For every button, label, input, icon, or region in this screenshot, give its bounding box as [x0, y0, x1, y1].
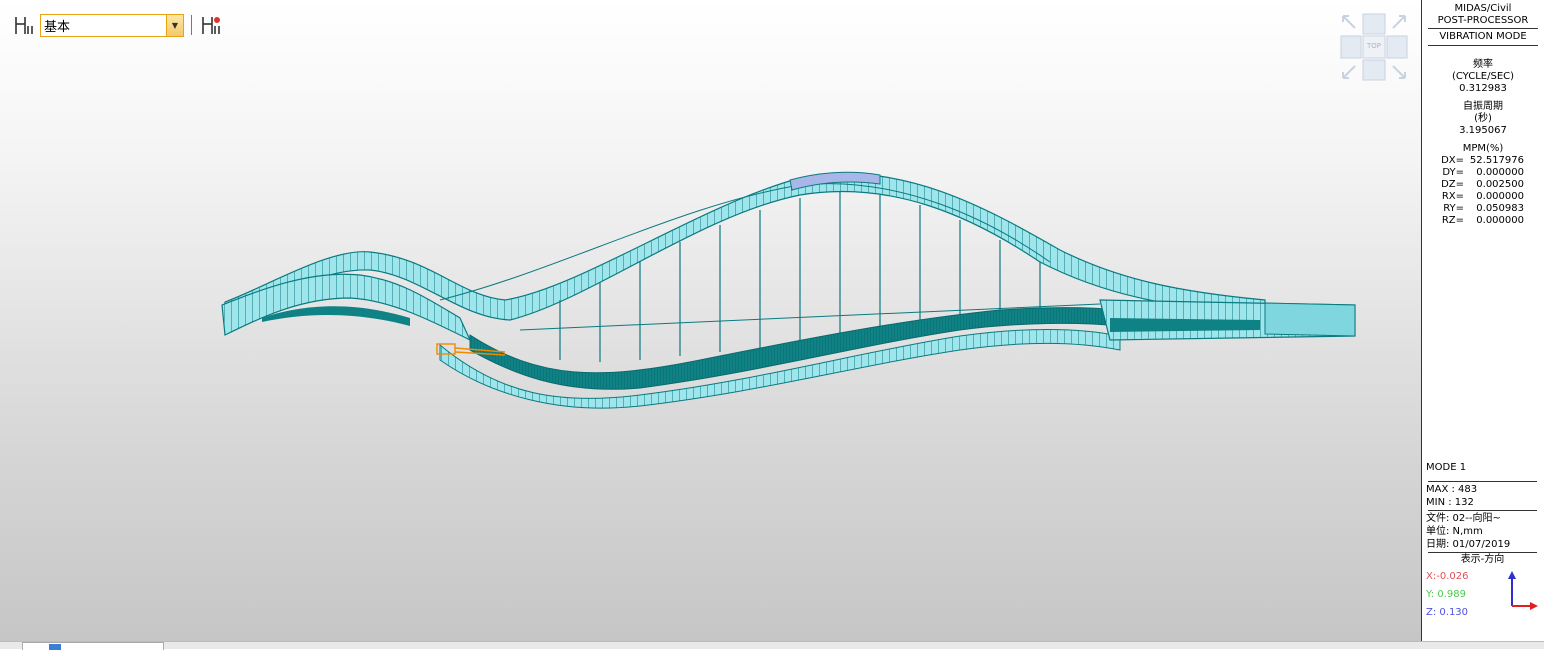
period-label: 自振周期 [1463, 101, 1503, 112]
mode-type-label: VIBRATION MODE [1439, 31, 1527, 42]
mpm-row-rx: RX= 0.000000 [1441, 191, 1524, 202]
divider [1428, 552, 1537, 553]
axis-triad-icon [1508, 571, 1538, 610]
mpm-row-ry: RY= 0.050983 [1443, 203, 1524, 214]
structure-group-icon[interactable] [12, 13, 36, 37]
file-name: 文件: 02--向阳~ [1426, 513, 1501, 524]
period-unit: (秒) [1474, 113, 1492, 124]
layer-dropdown[interactable]: 基本 ▼ [40, 13, 184, 37]
bottom-tab-bar [0, 641, 1544, 650]
date-info: 日期: 01/07/2019 [1426, 539, 1511, 550]
mpm-row-dx: DX= 52.517976 [1441, 155, 1524, 166]
divider [1428, 45, 1538, 46]
viewport-toolbar: 基本 ▼ [12, 12, 223, 38]
toolbar-divider [191, 15, 192, 35]
view-cube-top-face[interactable]: TOP [1363, 42, 1385, 50]
result-info-panel: MIDAS/Civil POST-PROCESSOR VIBRATION MOD… [1421, 0, 1544, 641]
frequency-value: 0.312983 [1459, 83, 1507, 94]
frequency-unit: (CYCLE/SEC) [1451, 71, 1515, 82]
mpm-row-rz: RZ= 0.000000 [1441, 215, 1524, 226]
divider [1428, 28, 1538, 29]
view-cube[interactable]: TOP [1339, 12, 1411, 82]
mode-number: MODE 1 [1426, 462, 1467, 473]
mpm-row-dy: DY= 0.000000 [1442, 167, 1524, 178]
mpm-list: DX= 52.517976 DY= 0.000000 DZ= 0.002500 RX=… [1422, 155, 1544, 227]
mpm-label: MPM(%) [1462, 143, 1504, 154]
panel-title: MIDAS/Civil [1454, 3, 1512, 14]
bridge-model-render [221, 171, 1356, 409]
structure-group-settings-icon[interactable] [199, 13, 223, 37]
min-value: MIN : 132 [1426, 497, 1474, 508]
panel-subtitle: POST-PROCESSOR [1437, 15, 1529, 26]
unit-info: 单位: N,mm [1426, 526, 1483, 537]
direction-label: 表示-方向 [1460, 554, 1505, 565]
layer-dropdown-value: 基本 [44, 19, 71, 35]
divider [1428, 481, 1537, 482]
mpm-row-dz: DZ= 0.002500 [1441, 179, 1524, 190]
frequency-label: 频率 [1473, 59, 1493, 70]
chevron-down-icon[interactable]: ▼ [166, 14, 183, 36]
period-value: 3.195067 [1459, 125, 1507, 136]
divider [1428, 510, 1537, 511]
model-viewport[interactable]: 基本 ▼ TOP [0, 0, 1421, 641]
max-value: MAX : 483 [1426, 484, 1478, 495]
